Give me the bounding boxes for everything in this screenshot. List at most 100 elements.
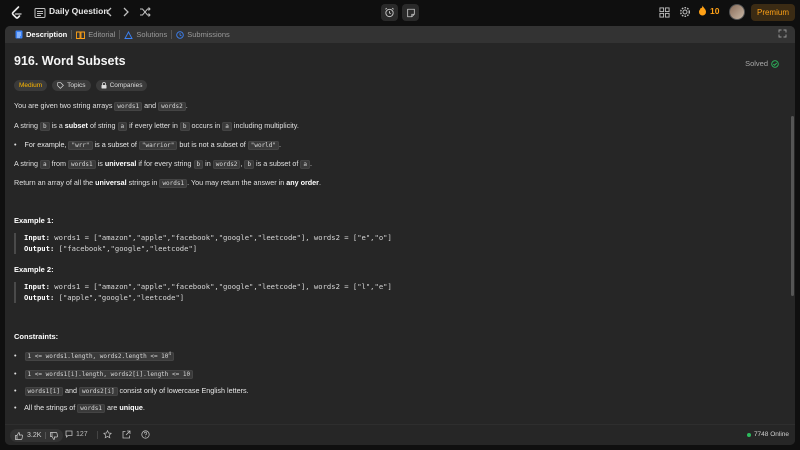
text: in	[203, 159, 213, 168]
inline-code: a	[222, 122, 232, 131]
inline-code: words1	[159, 179, 188, 188]
text: and	[142, 101, 159, 110]
next-problem-button[interactable]	[121, 6, 131, 18]
tab-solutions[interactable]: Solutions	[120, 30, 171, 39]
online-label: 7748 Online	[753, 431, 789, 438]
gear-icon[interactable]	[679, 6, 691, 18]
inline-code: words2	[212, 160, 241, 169]
like-dislike-group: 3.2K	[10, 429, 64, 442]
avatar[interactable]	[729, 4, 745, 20]
inline-code: b	[179, 122, 190, 131]
inline-code: words2	[158, 102, 186, 111]
text: All the strings of	[24, 403, 78, 412]
streak-count: 10	[710, 5, 720, 16]
divider	[45, 432, 47, 439]
tag-icon	[57, 82, 65, 89]
input-value: words1 = ["amazon","apple","facebook","g…	[49, 233, 392, 242]
problem-list-icon[interactable]	[34, 6, 46, 20]
panel-tabs: Description Editorial Solutions Submissi…	[5, 26, 795, 43]
comments-button[interactable]: 127	[65, 430, 88, 438]
inline-code: words1[i]	[24, 387, 64, 396]
thumbs-down-icon[interactable]	[50, 431, 59, 440]
description-paragraph-4: Return an array of all the universal str…	[14, 178, 321, 188]
constraint-text: 1 <= words1.length, words2.length <= 10	[27, 353, 169, 360]
expand-icon[interactable]	[778, 29, 787, 40]
list-item: words1[i] and words2[i] consist only of …	[14, 386, 249, 396]
like-count: 3.2K	[27, 432, 42, 439]
text: if every letter in	[127, 121, 180, 130]
text: and	[63, 386, 80, 395]
editorial-icon	[76, 31, 86, 39]
share-icon	[122, 430, 131, 439]
text: consist only of lowercase English letter…	[117, 386, 249, 395]
prev-problem-button[interactable]	[104, 6, 114, 18]
description-paragraph-1: You are given two string arrays words1 a…	[14, 101, 188, 111]
favorite-button[interactable]	[103, 430, 112, 439]
premium-button[interactable]: Premium	[751, 4, 795, 21]
tab-label: Description	[26, 30, 68, 39]
bold-text: any order	[286, 178, 319, 187]
timer-button[interactable]	[381, 4, 398, 21]
bottom-action-bar: 3.2K 127 7748 Online	[5, 424, 795, 445]
tab-label: Solutions	[136, 30, 168, 39]
tab-submissions[interactable]: Submissions	[172, 30, 234, 39]
top-navbar: Daily Question 10 Premium	[0, 0, 800, 26]
thumbs-up-icon[interactable]	[15, 431, 23, 440]
superscript: 4	[168, 352, 172, 357]
text: including multiplicity.	[231, 121, 299, 130]
tab-editorial[interactable]: Editorial	[72, 30, 119, 39]
description-icon	[15, 30, 23, 39]
leetcode-logo-icon[interactable]	[9, 5, 25, 21]
online-count: 7748 Online	[746, 431, 789, 438]
problem-panel: Description Editorial Solutions Submissi…	[5, 26, 795, 445]
example-1-block: Input: words1 = ["amazon","apple","faceb…	[14, 233, 774, 254]
inline-code: 1 <= words1.length, words2.length <= 104	[24, 352, 175, 361]
shuffle-icon[interactable]	[139, 6, 151, 18]
page-title[interactable]: 916. Word Subsets	[14, 54, 126, 68]
bold-text: universal	[104, 159, 137, 168]
list-item: 1 <= words1.length, words2.length <= 104	[14, 351, 175, 361]
daily-streak[interactable]: 10	[698, 5, 719, 16]
daily-question-title[interactable]: Daily Question	[49, 6, 109, 16]
text: .	[185, 101, 188, 110]
help-button[interactable]	[141, 430, 150, 439]
list-item: For example, "wrr" is a subset of "warri…	[14, 140, 281, 150]
text: but is not a subset of	[177, 140, 248, 149]
output-value: ["apple","google","leetcode"]	[54, 292, 185, 302]
text: occurs in	[189, 121, 223, 130]
list-item: 1 <= words1[i].length, words2[i].length …	[14, 369, 194, 379]
input-label: Input:	[24, 282, 50, 291]
constraints-title: Constraints:	[14, 332, 59, 341]
scrollbar[interactable]	[791, 116, 794, 296]
inline-code: a	[300, 160, 311, 169]
layout-grid-icon[interactable]	[659, 7, 670, 18]
text: Return an array of all the	[14, 178, 96, 187]
text: from	[49, 159, 68, 168]
notes-button[interactable]	[402, 4, 419, 21]
example-2-output: Output: ["apple","google","leetcode"]	[24, 293, 774, 304]
question-circle-icon	[141, 430, 150, 439]
inline-code: b	[193, 160, 204, 169]
inline-code: words1	[114, 102, 143, 111]
inline-code: words2[i]	[79, 387, 118, 396]
text: is a	[49, 121, 65, 130]
share-button[interactable]	[122, 430, 131, 439]
input-value: words1 = ["amazon","apple","facebook","g…	[49, 282, 392, 291]
text: if for every string	[136, 159, 194, 168]
text: of string	[87, 121, 118, 130]
solved-status: Solved	[745, 59, 779, 68]
topics-badge[interactable]: Topics	[52, 80, 91, 91]
example-2-input: Input: words1 = ["amazon","apple","faceb…	[24, 282, 774, 293]
note-icon	[406, 8, 415, 17]
list-item: All the strings of words1 are unique.	[14, 403, 145, 413]
bold-text: unique	[119, 403, 143, 412]
output-label: Output:	[24, 292, 55, 302]
description-paragraph-3: A string a from words1 is universal if f…	[14, 159, 312, 169]
description-paragraph-2: A string b is a subset of string a if ev…	[14, 121, 299, 131]
tab-description[interactable]: Description	[11, 30, 71, 39]
text: For example,	[24, 140, 69, 149]
companies-badge[interactable]: Companies	[95, 80, 148, 91]
divider	[97, 431, 98, 439]
solutions-icon	[124, 30, 134, 39]
text: strings in	[126, 178, 160, 187]
